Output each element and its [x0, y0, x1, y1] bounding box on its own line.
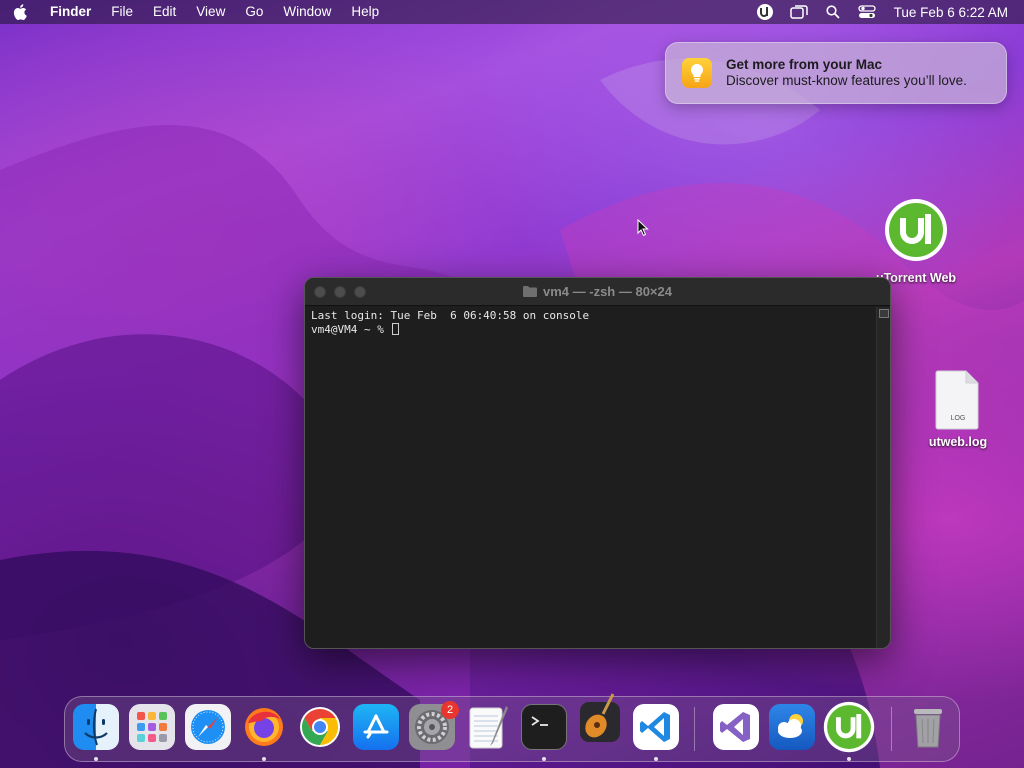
app-menu-finder[interactable]: Finder [40, 0, 101, 24]
split-pane-button[interactable] [878, 309, 889, 318]
log-file-icon: LOG [934, 369, 982, 431]
menu-edit[interactable]: Edit [143, 0, 186, 24]
dock-chrome[interactable] [297, 704, 343, 750]
menu-go[interactable]: Go [235, 0, 273, 24]
safari-icon [191, 710, 225, 744]
dock-weather[interactable] [769, 704, 815, 750]
menu-bar: Finder File Edit View Go Window Help Tue… [0, 0, 1024, 24]
dock-app-store[interactable] [353, 704, 399, 750]
firefox-icon [245, 708, 283, 746]
dock-visual-studio[interactable] [713, 704, 759, 750]
apple-menu-icon[interactable] [0, 4, 40, 20]
notification-body: Discover must-know features you’ll love. [726, 73, 967, 88]
dock-system-preferences[interactable]: 2 [409, 701, 459, 750]
screen-mirroring-icon[interactable] [782, 0, 816, 24]
dock-vscode[interactable] [633, 704, 679, 750]
menu-help[interactable]: Help [341, 0, 389, 24]
visual-studio-icon [720, 712, 750, 742]
dock: 2 [64, 693, 960, 762]
desktop-icon-utweb-log[interactable]: LOG utweb.log [918, 369, 998, 449]
dock-trash[interactable] [905, 704, 951, 750]
text-cursor [392, 323, 400, 335]
desktop-icon-label: utweb.log [928, 435, 988, 449]
notification-badge: 2 [441, 701, 459, 719]
dock-garageband[interactable] [577, 691, 623, 749]
terminal-prompt-line: vm4@VM4 ~ % [311, 323, 870, 337]
control-center-icon[interactable] [850, 0, 884, 24]
chrome-icon [300, 707, 340, 747]
textedit-icon [469, 706, 508, 749]
file-type-badge: LOG [950, 415, 966, 422]
terminal-output[interactable]: Last login: Tue Feb 6 06:40:58 on consol… [305, 307, 876, 648]
finder-icon [84, 708, 108, 746]
dock-utorrent-web[interactable] [823, 701, 875, 753]
menubar-clock[interactable]: Tue Feb 6 6:22 AM [894, 5, 1008, 20]
terminal-titlebar[interactable]: vm4 — -zsh — 80×24 [305, 278, 890, 306]
lightbulb-icon [682, 58, 712, 88]
garageband-icon [580, 693, 620, 742]
dock-terminal[interactable] [521, 704, 567, 750]
dock-firefox[interactable] [241, 704, 287, 750]
mouse-pointer-icon [637, 219, 649, 237]
utorrent-icon [823, 701, 875, 753]
notification-banner[interactable]: Get more from your Mac Discover must-kno… [665, 42, 1007, 104]
terminal-title: vm4 — -zsh — 80×24 [543, 284, 672, 299]
trash-icon [914, 709, 942, 748]
dock-textedit[interactable] [465, 704, 511, 750]
launchpad-icon [137, 712, 167, 742]
weather-icon [778, 714, 803, 738]
app-store-icon [363, 714, 389, 739]
menu-view[interactable]: View [186, 0, 235, 24]
dock-finder[interactable] [73, 704, 119, 750]
utorrent-status-icon[interactable] [748, 0, 782, 24]
desktop-icon-utorrent-web[interactable]: uTorrent Web [872, 198, 960, 285]
vscode-icon [640, 712, 670, 742]
folder-icon [523, 286, 537, 297]
terminal-prompt: vm4@VM4 ~ % [311, 323, 391, 336]
terminal-scrollbar[interactable] [876, 307, 890, 648]
notification-title: Get more from your Mac [726, 57, 883, 72]
dock-launchpad[interactable] [129, 704, 175, 750]
terminal-icon [531, 716, 548, 726]
spotlight-search-icon[interactable] [816, 0, 850, 24]
terminal-window[interactable]: vm4 — -zsh — 80×24 Last login: Tue Feb 6… [304, 277, 891, 649]
terminal-line: Last login: Tue Feb 6 06:40:58 on consol… [311, 309, 590, 322]
dock-safari[interactable] [185, 704, 231, 750]
menu-file[interactable]: File [101, 0, 143, 24]
menu-window[interactable]: Window [273, 0, 341, 24]
utorrent-icon [884, 198, 948, 267]
